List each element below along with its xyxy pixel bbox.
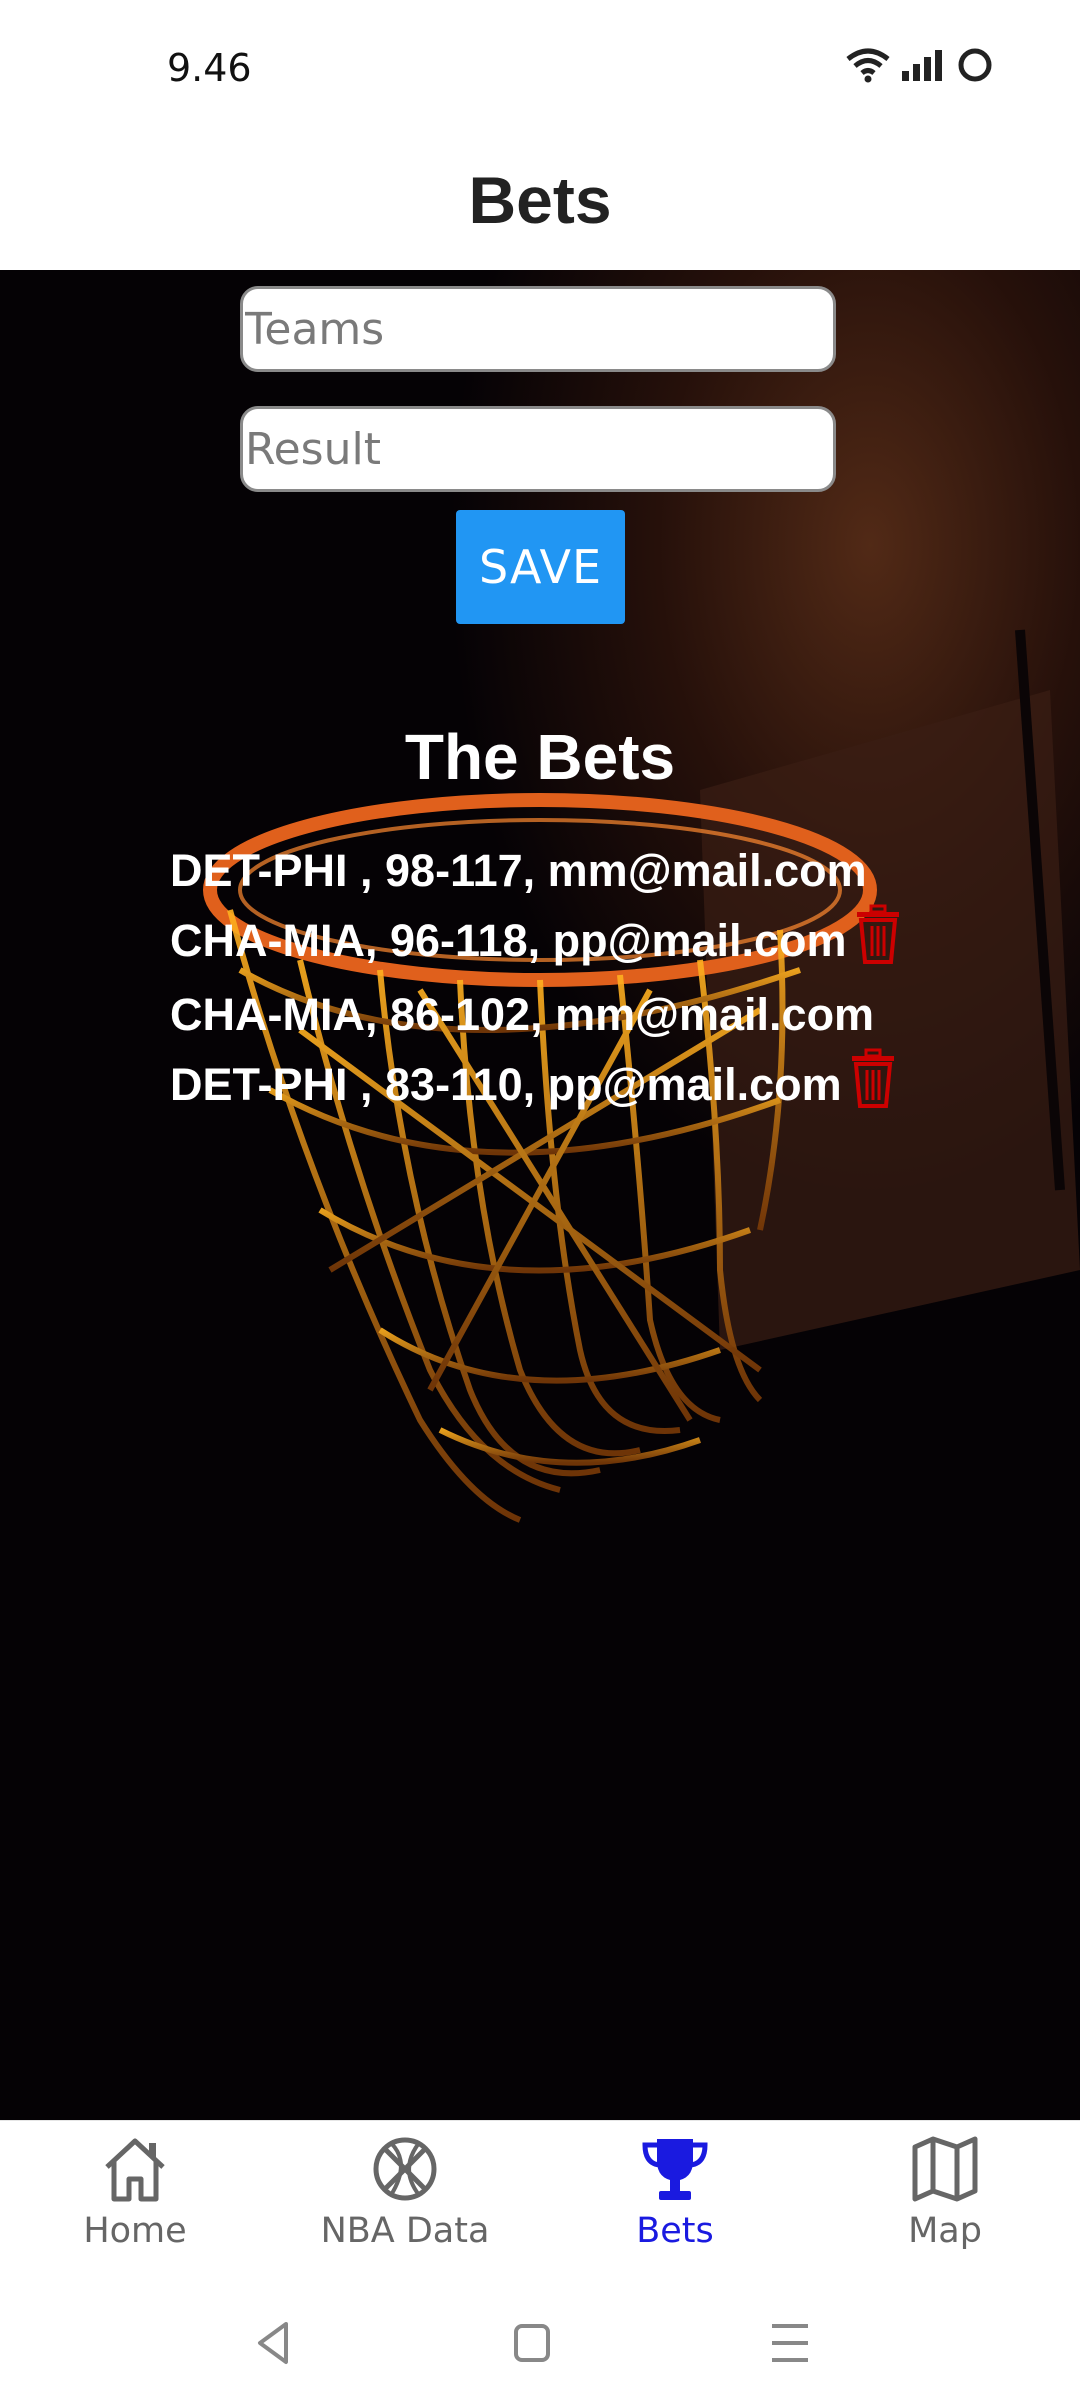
nav-item-bets[interactable]: Bets — [540, 2121, 810, 2291]
system-nav-bar — [0, 2290, 1080, 2400]
map-icon — [912, 2136, 978, 2202]
trophy-icon — [642, 2139, 708, 2200]
teams-input[interactable] — [240, 286, 836, 372]
bet-line: CHA-MIA, 86-102, mm@mail.com — [170, 989, 875, 1040]
status-time: 9.46 — [167, 46, 252, 90]
bets-screen: SAVE The Bets DET-PHI , 98-117, mm@mail.… — [0, 270, 1080, 2120]
nav-item-map[interactable]: Map — [810, 2121, 1080, 2291]
nav-label: Map — [908, 2211, 982, 2251]
wifi-icon — [846, 48, 890, 83]
status-bar: 9.46 — [0, 0, 1080, 130]
status-icons — [846, 46, 994, 84]
delete-bet-button[interactable] — [853, 904, 903, 984]
back-icon[interactable] — [252, 2318, 294, 2368]
trash-icon — [851, 1048, 894, 1108]
signal-icon — [902, 50, 942, 81]
battery-icon — [958, 48, 992, 82]
bets-heading: The Bets — [404, 721, 676, 793]
bottom-nav: Home NBA Data Bets Map — [0, 2120, 1080, 2291]
save-button[interactable]: SAVE — [456, 510, 625, 624]
bet-line: DET-PHI , 98-117, mm@mail.com — [170, 845, 867, 896]
page-title: Bets — [468, 163, 612, 237]
bet-line-text: CHA-MIA, 96-118, pp@mail.com — [170, 914, 847, 966]
bet-line-text: DET-PHI , 83-110, pp@mail.com — [170, 1058, 842, 1110]
home-square-icon[interactable] — [511, 2318, 553, 2368]
home-icon — [105, 2138, 165, 2202]
nav-item-nba-data[interactable]: NBA Data — [270, 2121, 540, 2291]
nav-label: NBA Data — [320, 2211, 490, 2251]
bet-item: DET-PHI , 98-117, mm@mail.com CHA-MIA, 9… — [170, 838, 903, 984]
result-input[interactable] — [240, 406, 836, 492]
bet-item: CHA-MIA, 86-102, mm@mail.com DET-PHI , 8… — [170, 982, 898, 1128]
nav-label: Bets — [636, 2211, 714, 2251]
bet-line: DET-PHI , 83-110, pp@mail.com — [170, 1048, 898, 1128]
bet-line: CHA-MIA, 96-118, pp@mail.com — [170, 904, 903, 984]
nav-label: Home — [83, 2211, 187, 2251]
nav-item-home[interactable]: Home — [0, 2121, 270, 2291]
basketball-icon — [373, 2137, 437, 2201]
menu-icon[interactable] — [768, 2318, 812, 2368]
app-header: Bets — [0, 130, 1080, 270]
delete-bet-button[interactable] — [848, 1048, 898, 1128]
trash-icon — [856, 904, 899, 964]
